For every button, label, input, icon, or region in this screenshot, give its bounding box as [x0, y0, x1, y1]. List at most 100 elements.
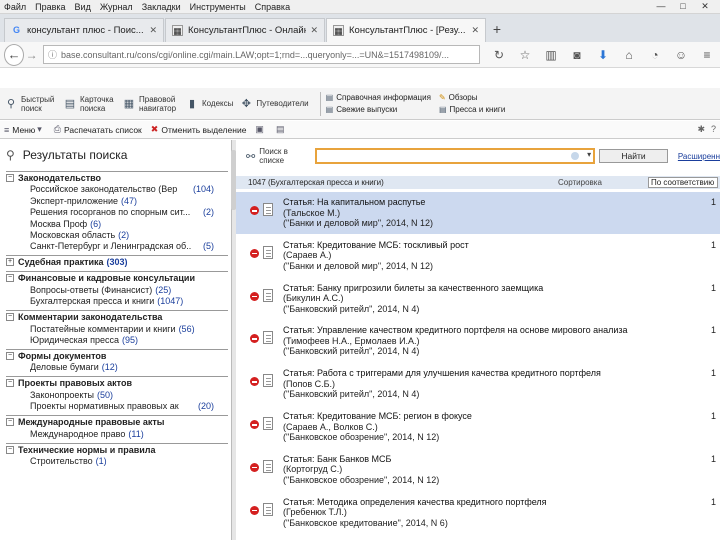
guides-button[interactable]: ✥ Путеводители: [239, 97, 309, 111]
tree-item[interactable]: Бухгалтерская пресса и книги (1047): [0, 295, 232, 307]
tree-item[interactable]: Москва Проф (6): [0, 218, 232, 230]
clear-selection-button[interactable]: ✖ Отменить выделение: [151, 124, 247, 135]
document-source: ("Банковский ритейл", 2014, N 4): [283, 303, 420, 314]
document-row[interactable]: Статья: Методика определения качества кр…: [236, 492, 720, 534]
collapse-icon[interactable]: −: [6, 418, 14, 427]
tree-item[interactable]: (104) Российское законодательство (Вер: [0, 183, 232, 195]
no-entry-icon: [250, 420, 259, 429]
back-button[interactable]: ←: [4, 43, 25, 66]
home-icon[interactable]: ⌂: [616, 48, 642, 62]
reviews-link[interactable]: ✎ Обзоры: [439, 92, 505, 104]
menu-item[interactable]: Журнал: [100, 2, 133, 12]
new-tab-button[interactable]: +: [487, 18, 507, 42]
tree-category[interactable]: − Проекты правовых актов: [0, 377, 232, 389]
tree-item[interactable]: Постатейные комментарии и книги (56): [0, 323, 232, 335]
extended-search-link[interactable]: Расширенн: [678, 152, 720, 161]
tree-category[interactable]: − Технические нормы и правила: [0, 444, 232, 456]
tree-item[interactable]: Строительство (1): [0, 455, 232, 467]
codes-button[interactable]: ▮ Кодексы: [185, 97, 233, 111]
close-tab-icon[interactable]: ✕: [471, 25, 479, 36]
tree-item-label: Бухгалтерская пресса и книги (1047): [30, 295, 222, 307]
export-icon-button[interactable]: ▤: [276, 124, 288, 135]
document-row[interactable]: Статья: Банк Банков МСБ (Кортогруд С.) ("Б…: [236, 449, 720, 491]
download-icon[interactable]: ⬇: [590, 48, 616, 62]
collapse-icon[interactable]: −: [6, 445, 14, 454]
pocket-icon[interactable]: ◙: [564, 48, 590, 62]
browser-tab[interactable]: ▦ КонсультантПлюс - Онлайн... ✕: [165, 18, 325, 42]
tree-category[interactable]: − Формы документов: [0, 350, 232, 362]
legal-navigator-button[interactable]: ▦ Правовой навигатор: [122, 95, 179, 113]
minimize-button[interactable]: —: [650, 0, 672, 12]
tree-item[interactable]: (2) Решения госорганов по спорным сит...: [0, 206, 232, 218]
collapse-icon[interactable]: −: [6, 274, 14, 283]
hamburger-menu-icon[interactable]: ≡: [694, 48, 720, 62]
save-icon-button[interactable]: ▣: [255, 124, 267, 135]
chevron-down-icon[interactable]: ▾: [587, 150, 591, 159]
document-author: (Сараев А., Волков С.): [283, 421, 378, 432]
chat-icon[interactable]: ◔: [642, 48, 668, 62]
close-tab-icon[interactable]: ✕: [149, 25, 157, 36]
quick-search-button[interactable]: ⚲ Быстрый поиск: [4, 95, 57, 113]
document-row[interactable]: Статья: На капитальном распутье (Тальское…: [236, 192, 720, 234]
tree-item[interactable]: Эксперт-приложение (47): [0, 195, 232, 207]
menu-item[interactable]: Вид: [75, 2, 91, 12]
help-icon[interactable]: ?: [711, 124, 716, 135]
find-button[interactable]: Найти: [599, 149, 668, 163]
document-row[interactable]: Статья: Кредитование МСБ: регион в фокус…: [236, 406, 720, 448]
library-icon[interactable]: ▥: [538, 48, 564, 62]
star-icon[interactable]: ☆: [512, 48, 538, 62]
document-row[interactable]: Статья: Кредитование МСБ: тоскливый рост…: [236, 235, 720, 277]
collapse-icon[interactable]: −: [6, 313, 14, 322]
tree-item[interactable]: (20) Проекты нормативных правовых ак: [0, 400, 232, 412]
info-links: ▤ Справочная информация ▤ Свежие выпуски: [326, 92, 431, 116]
address-bar[interactable]: ⓘ base.consultant.ru/cons/cgi/online.cgi…: [42, 45, 480, 64]
forward-button[interactable]: →: [24, 48, 39, 62]
tree-item[interactable]: Деловые бумаги (12): [0, 361, 232, 373]
document-row[interactable]: Статья: Банку пригрозили билеты за качес…: [236, 278, 720, 320]
collapse-icon[interactable]: −: [6, 352, 14, 360]
tree-item[interactable]: Юридическая пресса (95): [0, 334, 232, 346]
fresh-issues-link[interactable]: ▤ Свежие выпуски: [326, 104, 431, 116]
menu-button[interactable]: ≡ Меню ▾: [4, 124, 45, 135]
browser-tab-active[interactable]: ▦ КонсультантПлюс - [Резу... ✕: [326, 18, 486, 42]
maximize-button[interactable]: □: [672, 0, 694, 12]
tree-item-label: Постатейные комментарии и книги (56): [30, 323, 222, 335]
menu-item[interactable]: Справка: [255, 2, 290, 12]
menu-item[interactable]: Инструменты: [190, 2, 246, 12]
close-button[interactable]: ✕: [694, 0, 716, 12]
reload-icon[interactable]: ↻: [486, 48, 512, 62]
settings-icon[interactable]: ✱: [697, 124, 705, 135]
sort-select[interactable]: По соответствию: [648, 177, 718, 188]
tree-item[interactable]: Вопросы-ответы (Финансист) (25): [0, 284, 232, 296]
search-in-list-input[interactable]: [316, 150, 587, 162]
browser-tab[interactable]: G консультант плюс - Поис... ✕: [4, 18, 164, 42]
document-source: ("Банковское кредитование", 2014, N 6): [283, 517, 448, 528]
tree-category[interactable]: − Комментарии законодательства: [0, 311, 232, 323]
tree-item[interactable]: (5) Санкт-Петербург и Ленинградская об...: [0, 240, 232, 252]
tree-item-text: Технические нормы и правила: [18, 444, 156, 455]
print-list-button[interactable]: ⎙ Распечатать список: [54, 124, 142, 135]
navigation-bar: ← → ⓘ base.consultant.ru/cons/cgi/online…: [0, 42, 720, 68]
tree-item[interactable]: Московская область (2): [0, 229, 232, 241]
expand-icon[interactable]: +: [6, 258, 14, 267]
search-card-button[interactable]: ▤ Карточка поиска: [63, 95, 116, 113]
tree-item[interactable]: Законопроекты (50): [0, 389, 232, 401]
tree-item-count: (20): [197, 401, 214, 412]
sync-icon[interactable]: ☺: [668, 48, 694, 62]
search-in-list-field[interactable]: ▾: [314, 148, 596, 164]
close-tab-icon[interactable]: ✕: [310, 25, 318, 36]
document-row[interactable]: Статья: Управление качеством кредитного …: [236, 320, 720, 362]
tree-item[interactable]: Международное право (11): [0, 428, 232, 440]
menu-item[interactable]: Файл: [4, 2, 26, 12]
reference-info-link[interactable]: ▤ Справочная информация: [326, 92, 431, 104]
tree-category[interactable]: − Международные правовые акты: [0, 416, 232, 428]
tree-category[interactable]: + Судебная практика (303): [0, 256, 232, 268]
menu-item[interactable]: Закладки: [142, 2, 181, 12]
tree-category[interactable]: − Финансовые и кадровые консультации: [0, 272, 232, 284]
menu-item[interactable]: Правка: [35, 2, 65, 12]
collapse-icon[interactable]: −: [6, 379, 14, 388]
collapse-icon[interactable]: −: [6, 174, 14, 182]
document-row[interactable]: Статья: Работа с триггерами для улучшени…: [236, 363, 720, 405]
tree-category[interactable]: − Законодательство: [0, 172, 232, 184]
press-books-link[interactable]: ▤ Пресса и книги: [439, 104, 505, 116]
